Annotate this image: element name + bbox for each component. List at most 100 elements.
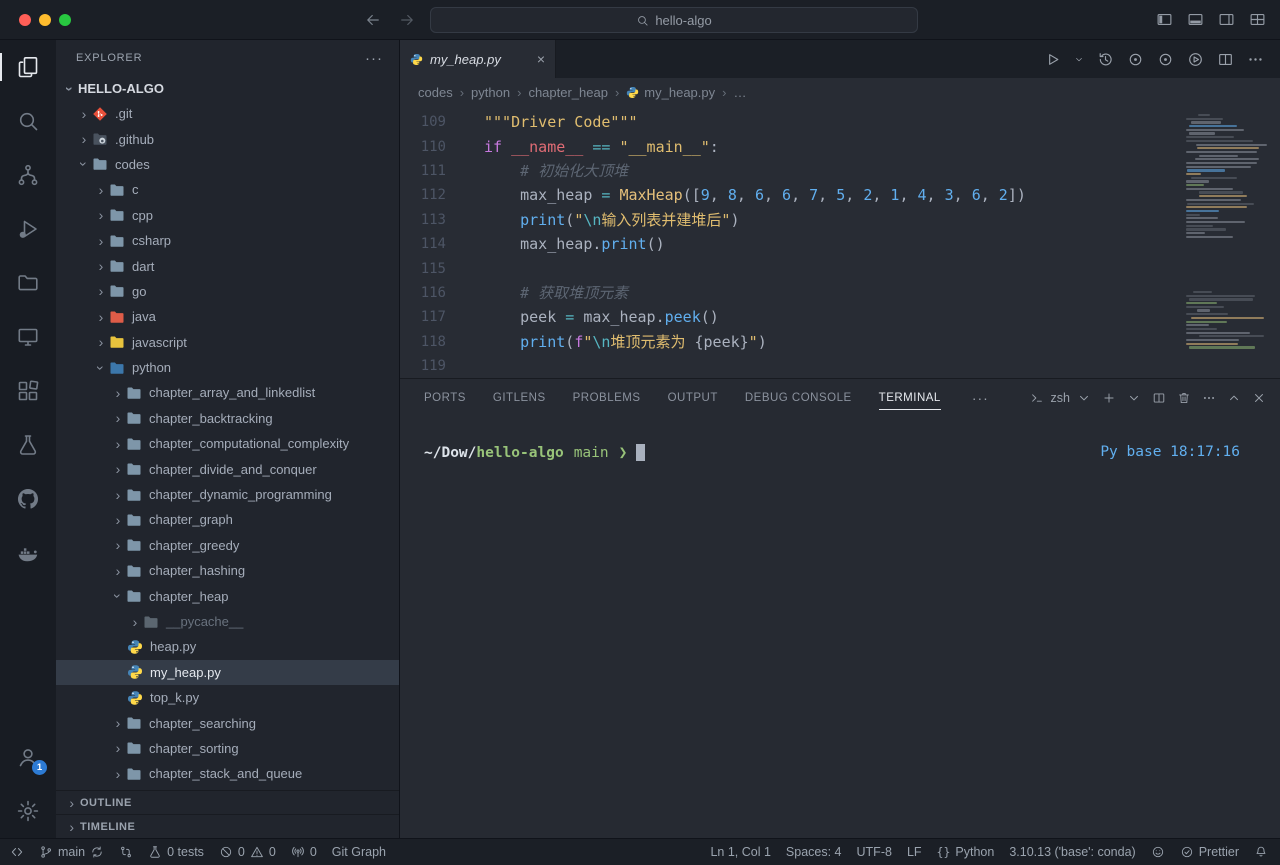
activity-item-explorer[interactable]: [0, 40, 56, 94]
activity-item-settings[interactable]: [0, 784, 56, 838]
sidebar-section-timeline[interactable]: ›TIMELINE: [56, 814, 399, 838]
close-window-button[interactable]: [19, 14, 31, 26]
activity-item-source-control[interactable]: [0, 148, 56, 202]
gitlens-changes-icon[interactable]: [1157, 51, 1174, 68]
tree-item-csharp[interactable]: ›csharp: [56, 228, 399, 253]
tree-item-java[interactable]: ›java: [56, 304, 399, 329]
run-dropdown-icon[interactable]: [1074, 51, 1084, 68]
tree-item-dart[interactable]: ›dart: [56, 253, 399, 278]
tree-item-chapter_dynamic_programming[interactable]: ›chapter_dynamic_programming: [56, 482, 399, 507]
panel-tab-gitlens[interactable]: GITLENS: [493, 379, 546, 417]
toggle-secondary-sidebar-icon[interactable]: [1218, 11, 1235, 28]
tree-item-top_k.py[interactable]: top_k.py: [56, 685, 399, 710]
encoding[interactable]: UTF-8: [857, 839, 892, 865]
command-center-search[interactable]: hello-algo: [430, 7, 918, 33]
tree-item-.github[interactable]: ›.github: [56, 126, 399, 151]
activity-item-extensions[interactable]: [0, 364, 56, 418]
breadcrumb-item-codes[interactable]: codes: [418, 85, 453, 100]
tree-item-chapter_searching[interactable]: ›chapter_searching: [56, 710, 399, 735]
tab-my-heap[interactable]: my_heap.py ×: [400, 40, 556, 78]
toggle-panel-icon[interactable]: [1187, 11, 1204, 28]
breadcrumb-item-[interactable]: …: [733, 85, 746, 100]
tree-item-chapter_divide_and_conquer[interactable]: ›chapter_divide_and_conquer: [56, 456, 399, 481]
tree-item-c[interactable]: ›c: [56, 177, 399, 202]
tree-item-chapter_stack_and_queue[interactable]: ›chapter_stack_and_queue: [56, 761, 399, 786]
minimap[interactable]: [1186, 114, 1264, 350]
split-terminal[interactable]: [1152, 391, 1166, 405]
tree-item-codes[interactable]: ›codes: [56, 152, 399, 177]
activity-item-remote-explorer[interactable]: [0, 310, 56, 364]
activity-item-run-and-debug[interactable]: [0, 202, 56, 256]
tree-item-cpp[interactable]: ›cpp: [56, 203, 399, 228]
language-mode[interactable]: {}Python: [937, 839, 995, 865]
notifications[interactable]: [1254, 839, 1268, 865]
breadcrumb-item-python[interactable]: python: [471, 85, 510, 100]
tree-item-go[interactable]: ›go: [56, 279, 399, 304]
activity-item-github[interactable]: [0, 472, 56, 526]
panel-tab-problems[interactable]: PROBLEMS: [573, 379, 641, 417]
tree-item-python[interactable]: ›python: [56, 355, 399, 380]
minimize-window-button[interactable]: [39, 14, 51, 26]
terminal[interactable]: ~/Dow/hello-algo main ❯ Py base 18:17:16: [400, 417, 1280, 838]
panel-tabs-more-icon[interactable]: ···: [972, 390, 989, 406]
breadcrumb-item-chapter_heap[interactable]: chapter_heap: [528, 85, 608, 100]
tree-item-my_heap.py[interactable]: my_heap.py: [56, 660, 399, 685]
close-tab-icon[interactable]: ×: [537, 52, 545, 66]
activity-item-search[interactable]: [0, 94, 56, 148]
git-graph-status[interactable]: Git Graph: [332, 839, 386, 865]
problems-status[interactable]: 00: [219, 839, 276, 865]
indentation[interactable]: Spaces: 4: [786, 839, 842, 865]
navigate-back-icon[interactable]: [364, 11, 382, 29]
remote-indicator[interactable]: [10, 839, 24, 865]
tests-status[interactable]: 0 tests: [148, 839, 204, 865]
customize-layout-icon[interactable]: [1249, 11, 1266, 28]
prettier-status[interactable]: Prettier: [1180, 839, 1239, 865]
sidebar-more-actions[interactable]: ···: [365, 50, 383, 67]
tree-item-chapter_array_and_linkedlist[interactable]: ›chapter_array_and_linkedlist: [56, 380, 399, 405]
terminal-shell-selector[interactable]: zsh: [1030, 391, 1091, 405]
run-python-file-icon[interactable]: [1044, 51, 1061, 68]
cursor-position[interactable]: Ln 1, Col 1: [710, 839, 770, 865]
tree-item-chapter_hashing[interactable]: ›chapter_hashing: [56, 558, 399, 583]
tree-item-chapter_greedy[interactable]: ›chapter_greedy: [56, 533, 399, 558]
terminal-profiles-dropdown[interactable]: [1127, 391, 1141, 405]
gitlens-compare-status[interactable]: [119, 839, 133, 865]
branch-status[interactable]: main: [39, 839, 104, 865]
activity-item-testing[interactable]: [0, 418, 56, 472]
panel-tab-ports[interactable]: PORTS: [424, 379, 466, 417]
more-terminal-actions[interactable]: [1202, 391, 1216, 405]
kill-terminal[interactable]: [1177, 391, 1191, 405]
more-actions-icon[interactable]: [1247, 51, 1264, 68]
activity-item-project-manager[interactable]: [0, 256, 56, 310]
zoom-window-button[interactable]: [59, 14, 71, 26]
new-terminal[interactable]: [1102, 391, 1116, 405]
tree-item-chapter_computational_complexity[interactable]: ›chapter_computational_complexity: [56, 431, 399, 456]
tree-item-.git[interactable]: ›.git: [56, 101, 399, 126]
maximize-panel[interactable]: [1227, 391, 1241, 405]
panel-tab-output[interactable]: OUTPUT: [668, 379, 718, 417]
run-in-terminal-icon[interactable]: [1187, 51, 1204, 68]
split-editor-icon[interactable]: [1217, 51, 1234, 68]
tree-item-javascript[interactable]: ›javascript: [56, 330, 399, 355]
activity-item-accounts[interactable]: 1: [0, 730, 56, 784]
navigate-forward-icon[interactable]: [398, 11, 416, 29]
workspace-root-folder[interactable]: › HELLO-ALGO: [56, 76, 399, 101]
file-history-icon[interactable]: [1097, 51, 1114, 68]
panel-tab-debug-console[interactable]: DEBUG CONSOLE: [745, 379, 852, 417]
toggle-primary-sidebar-icon[interactable]: [1156, 11, 1173, 28]
ports-status[interactable]: 0: [291, 839, 317, 865]
sidebar-section-outline[interactable]: ›OUTLINE: [56, 790, 399, 814]
breadcrumb-item-my_heap.py[interactable]: my_heap.py: [626, 85, 715, 100]
close-panel[interactable]: [1252, 391, 1266, 405]
tree-item-chapter_graph[interactable]: ›chapter_graph: [56, 507, 399, 532]
tree-item-heap.py[interactable]: heap.py: [56, 634, 399, 659]
panel-tab-terminal[interactable]: TERMINAL: [879, 379, 941, 417]
tree-item-chapter_backtracking[interactable]: ›chapter_backtracking: [56, 406, 399, 431]
eol-sequence[interactable]: LF: [907, 839, 922, 865]
feedback[interactable]: [1151, 839, 1165, 865]
gitlens-compare-icon[interactable]: [1127, 51, 1144, 68]
code-editor[interactable]: 109"""Driver Code"""110if __name__ == "_…: [400, 106, 1280, 378]
activity-item-docker[interactable]: [0, 526, 56, 580]
tree-item-chapter_sorting[interactable]: ›chapter_sorting: [56, 736, 399, 761]
tree-item-chapter_heap[interactable]: ›chapter_heap: [56, 583, 399, 608]
